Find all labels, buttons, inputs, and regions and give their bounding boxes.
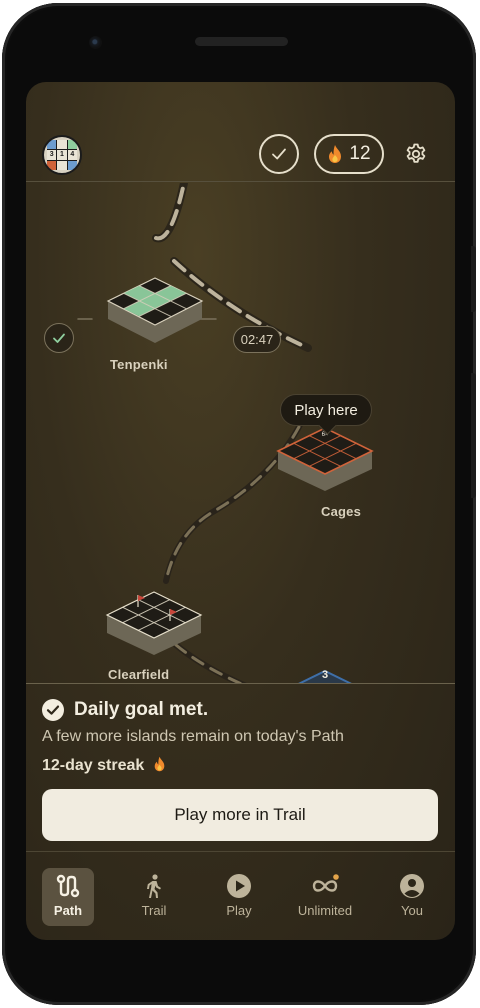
logo-cell: [57, 160, 67, 170]
logo-digit: 1: [57, 150, 67, 160]
streak-text: 12-day streak: [42, 757, 145, 774]
tab-play[interactable]: Play: [213, 868, 265, 926]
walker-icon: [147, 874, 161, 898]
goal-subtitle: A few more islands remain on today's Pat…: [42, 728, 344, 745]
flame-icon: [154, 756, 165, 772]
island-badge: 3: [322, 669, 329, 681]
logo-cell: [67, 140, 77, 150]
logo-digit: 4: [67, 150, 77, 160]
island-label-clearfield: Clearfield: [108, 667, 170, 682]
island-label-tenpenki: Tenpenki: [110, 357, 168, 372]
tab-label: Path: [53, 903, 83, 918]
flame-icon: [329, 145, 342, 163]
checkmark-icon: [272, 148, 286, 160]
infinity-icon: [312, 874, 339, 892]
logo-cell: [47, 160, 57, 170]
daily-goal-panel: Daily goal met. A few more islands remai…: [26, 683, 455, 851]
tab-path[interactable]: Path: [42, 868, 94, 926]
tab-label: Play: [226, 903, 252, 918]
bottom-tab-bar: Path Trail Play Unlimited You: [26, 851, 455, 940]
island-time: 02:47: [233, 326, 281, 353]
logo-cell: [67, 160, 77, 170]
logo-cell: [57, 140, 67, 150]
tab-trail[interactable]: Trail: [128, 868, 180, 926]
island-label-cages: Cages: [321, 504, 362, 519]
tab-label: You: [401, 903, 423, 918]
logo-digit: 3: [47, 150, 57, 160]
front-camera: [89, 36, 102, 49]
top-bar: 3 1 4 12: [26, 82, 455, 182]
island-clearfield[interactable]: [105, 591, 203, 655]
play-icon: [227, 874, 251, 898]
logo-cell: [47, 140, 57, 150]
tab-unlimited[interactable]: Unlimited: [296, 868, 354, 926]
tab-you[interactable]: You: [386, 868, 438, 926]
check-circle-icon: [42, 699, 64, 721]
logo-grid: 3 1 4: [47, 140, 77, 170]
notification-dot: [333, 874, 339, 880]
play-here-tooltip[interactable]: Play here: [280, 394, 372, 426]
checkmark-icon: [53, 333, 65, 343]
path-map[interactable]: 6× 02:47 Tenpenki Play here Cages Clearf…: [26, 183, 455, 683]
goal-title: Daily goal met.: [74, 699, 209, 720]
tab-label: Trail: [141, 903, 167, 918]
app-logo[interactable]: 3 1 4: [42, 135, 82, 175]
tab-label: Unlimited: [297, 903, 353, 918]
daily-goal-button[interactable]: [259, 134, 299, 174]
island-tenpenki[interactable]: [106, 277, 204, 343]
path-map-canvas: 6×: [77, 183, 374, 683]
volume-button: [471, 373, 476, 498]
streak-count: 12: [349, 143, 371, 164]
streak-summary: 12-day streak: [42, 756, 166, 775]
island-completed-marker: [44, 323, 74, 353]
app-screen: 3 1 4 12 6× 02:47 Tenpenki Play here Cag…: [26, 82, 455, 940]
gear-icon[interactable]: [404, 142, 428, 166]
play-more-trail-button[interactable]: Play more in Trail: [42, 789, 438, 841]
goal-heading: Daily goal met.: [42, 699, 208, 721]
streak-button[interactable]: 12: [314, 134, 384, 174]
phone-frame: 3 1 4 12 6× 02:47 Tenpenki Play here Cag…: [2, 3, 476, 1005]
path-icon: [56, 874, 80, 898]
earpiece-speaker: [195, 37, 288, 46]
power-button: [471, 246, 476, 312]
profile-icon: [400, 874, 424, 898]
